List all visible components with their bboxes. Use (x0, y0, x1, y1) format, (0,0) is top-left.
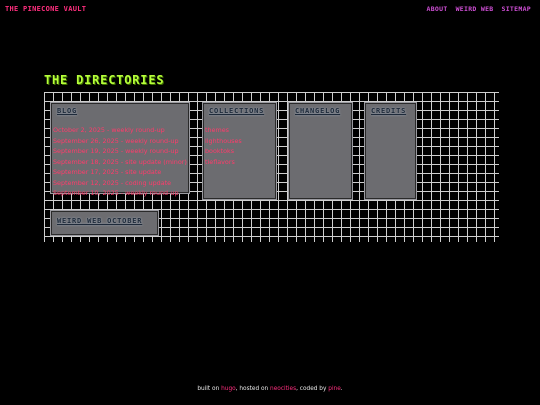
footer-text: built on (197, 386, 220, 392)
footer-pine-link[interactable]: pine (328, 386, 341, 392)
credits-card: CREDITS (364, 102, 417, 200)
collection-link[interactable]: tieflavors (205, 158, 235, 166)
list-item: September 26, 2025 - weekly round-up (53, 133, 187, 145)
nav-weird-web-link[interactable]: WEIRD WEB (456, 5, 494, 13)
list-item: themes (205, 122, 242, 134)
site-header: THE PINECONE VAULT ABOUT WEIRD WEB SITEM… (0, 0, 540, 20)
changelog-card: CHANGELOG (288, 102, 353, 200)
list-item: September 12, 2025 - coding update (53, 175, 187, 187)
changelog-card-title[interactable]: CHANGELOG (295, 107, 340, 115)
blog-post-list: October 2, 2025 - weekly round-up Septem… (53, 122, 187, 197)
footer-hugo-link[interactable]: hugo (221, 386, 236, 392)
top-nav: ABOUT WEIRD WEB SITEMAP (427, 5, 532, 13)
section-title: THE DIRECTORIES (44, 73, 165, 87)
directories-grid: BLOG October 2, 2025 - weekly round-up S… (44, 92, 499, 242)
list-item: September 19, 2025 - weekly round-up (53, 143, 187, 155)
list-item: lighthouses (205, 133, 242, 145)
blog-post-link[interactable]: September 10, 2025 - weekly round-up (53, 189, 179, 197)
site-title-link[interactable]: THE PINECONE VAULT (5, 5, 86, 13)
nav-about-link[interactable]: ABOUT (427, 5, 448, 13)
list-item: October 2, 2025 - weekly round-up (53, 122, 187, 134)
footer-text: , hosted on (235, 386, 269, 392)
collections-list: themes lighthouses booktoks tieflavors (205, 122, 242, 166)
list-item: tieflavors (205, 154, 242, 166)
site-footer: built on hugo, hosted on neocities, code… (0, 386, 540, 392)
list-item: September 18, 2025 - site update (minor) (53, 154, 187, 166)
nav-sitemap-link[interactable]: SITEMAP (502, 5, 532, 13)
weird-web-october-title[interactable]: WEIRD WEB OCTOBER (57, 217, 142, 225)
credits-card-title[interactable]: CREDITS (371, 107, 406, 115)
footer-neocities-link[interactable]: neocities (270, 386, 296, 392)
list-item: September 10, 2025 - weekly round-up (53, 185, 187, 197)
blog-card-title[interactable]: BLOG (57, 107, 77, 115)
collections-card-title[interactable]: COLLECTIONS (209, 107, 264, 115)
collections-card: COLLECTIONS themes lighthouses booktoks … (202, 102, 277, 200)
blog-card: BLOG October 2, 2025 - weekly round-up S… (50, 102, 190, 197)
weird-web-october-card: WEIRD WEB OCTOBER (50, 210, 159, 236)
footer-text: , coded by (296, 386, 327, 392)
footer-text: . (340, 386, 343, 392)
